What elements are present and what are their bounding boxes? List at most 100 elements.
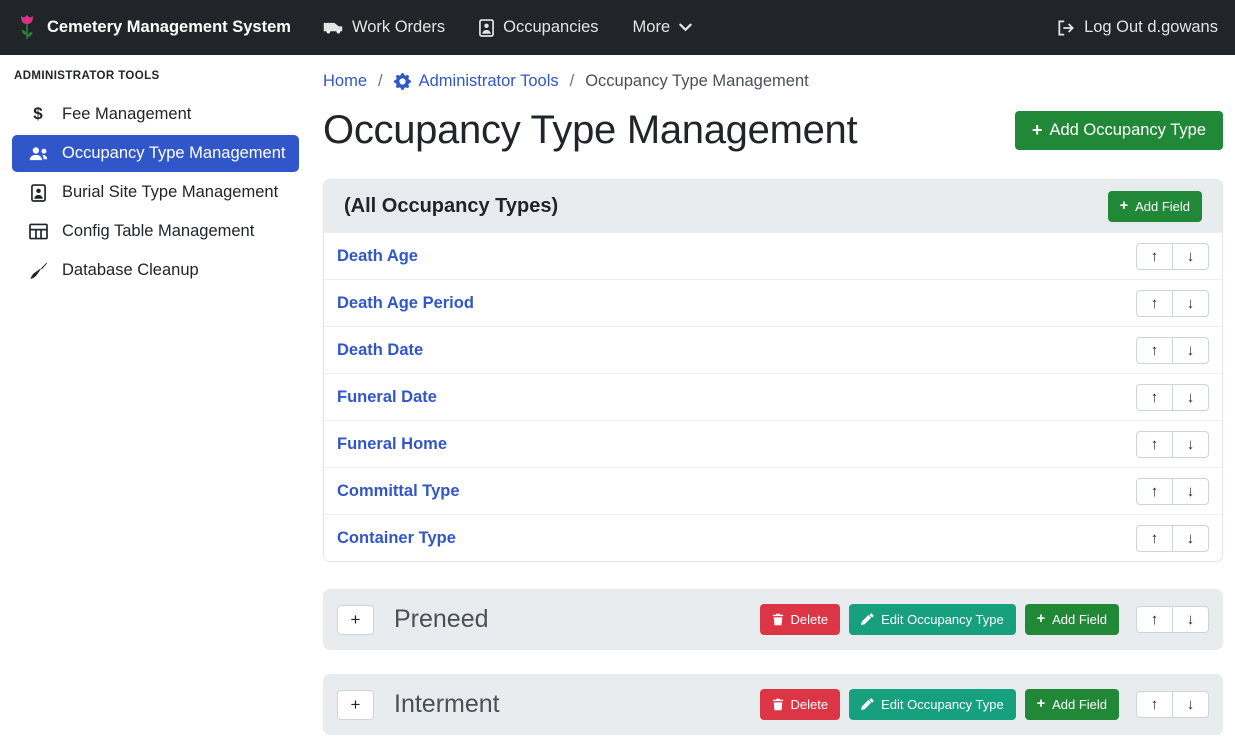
breadcrumb-separator: / xyxy=(570,70,575,92)
tulip-logo-icon xyxy=(17,14,37,41)
expand-button[interactable]: + xyxy=(337,605,374,635)
move-down-button[interactable]: ↓ xyxy=(1172,384,1209,411)
nav-item-more[interactable]: More xyxy=(633,18,693,37)
move-down-button[interactable]: ↓ xyxy=(1172,243,1209,270)
edit-occupancy-type-button[interactable]: Edit Occupancy Type xyxy=(849,604,1016,635)
add-occupancy-type-button[interactable]: + Add Occupancy Type xyxy=(1015,111,1223,150)
section-title: Interment xyxy=(394,690,500,719)
reorder-buttons: ↑ ↓ xyxy=(1136,606,1209,633)
table-icon xyxy=(27,223,49,240)
sidebar-item-fee-management[interactable]: $ Fee Management xyxy=(12,95,299,133)
sidebar-item-label: Occupancy Type Management xyxy=(62,144,286,163)
move-down-button[interactable]: ↓ xyxy=(1172,606,1209,633)
breadcrumb-home-link[interactable]: Home xyxy=(323,70,367,92)
field-link[interactable]: Funeral Home xyxy=(337,435,447,454)
reorder-buttons: ↑ ↓ xyxy=(1136,478,1209,505)
button-label: Add Occupancy Type xyxy=(1049,121,1206,140)
field-link[interactable]: Committal Type xyxy=(337,482,460,501)
sidebar-item-label: Burial Site Type Management xyxy=(62,183,278,202)
add-field-button[interactable]: + Add Field xyxy=(1025,689,1119,720)
move-up-button[interactable]: ↑ xyxy=(1136,525,1173,552)
field-link[interactable]: Death Age xyxy=(337,247,418,266)
sidebar-item-label: Database Cleanup xyxy=(62,261,199,280)
move-up-button[interactable]: ↑ xyxy=(1136,337,1173,364)
field-row: Committal Type ↑ ↓ xyxy=(324,467,1222,514)
pencil-icon xyxy=(861,613,874,626)
move-down-button[interactable]: ↓ xyxy=(1172,691,1209,718)
move-up-button[interactable]: ↑ xyxy=(1136,384,1173,411)
sidebar-heading: ADMINISTRATOR TOOLS xyxy=(14,70,299,82)
brand-title: Cemetery Management System xyxy=(47,18,291,37)
sidebar-item-config-table-management[interactable]: Config Table Management xyxy=(12,213,299,250)
sidebar: ADMINISTRATOR TOOLS $ Fee Management Occ… xyxy=(0,55,310,738)
breadcrumb-admin-tools-link[interactable]: Administrator Tools xyxy=(394,70,559,92)
field-row: Container Type ↑ ↓ xyxy=(324,514,1222,561)
logout-label: Log Out d.gowans xyxy=(1084,18,1218,37)
sidebar-item-database-cleanup[interactable]: Database Cleanup xyxy=(12,252,299,289)
button-label: Add Field xyxy=(1052,697,1107,712)
broom-icon xyxy=(27,262,49,280)
delete-button[interactable]: Delete xyxy=(760,604,841,635)
delete-button[interactable]: Delete xyxy=(760,689,841,720)
trash-icon xyxy=(772,698,784,711)
move-up-button[interactable]: ↑ xyxy=(1136,290,1173,317)
breadcrumb-separator: / xyxy=(378,70,383,92)
button-label: Delete xyxy=(791,612,829,627)
breadcrumb-current: Occupancy Type Management xyxy=(585,70,809,92)
reorder-buttons: ↑ ↓ xyxy=(1136,243,1209,270)
sidebar-item-burial-site-type-management[interactable]: Burial Site Type Management xyxy=(12,174,299,211)
pencil-icon xyxy=(861,698,874,711)
section-preneed: + Preneed Delete Edit Occupancy Type + xyxy=(323,589,1223,650)
reorder-buttons: ↑ ↓ xyxy=(1136,431,1209,458)
portrait-icon xyxy=(27,184,49,202)
field-row: Death Age ↑ ↓ xyxy=(324,232,1222,279)
add-field-button[interactable]: + Add Field xyxy=(1108,191,1202,222)
button-label: Add Field xyxy=(1052,612,1107,627)
reorder-buttons: ↑ ↓ xyxy=(1136,691,1209,718)
edit-occupancy-type-button[interactable]: Edit Occupancy Type xyxy=(849,689,1016,720)
sidebar-item-occupancy-type-management[interactable]: Occupancy Type Management xyxy=(12,135,299,172)
field-link[interactable]: Death Date xyxy=(337,341,423,360)
move-up-button[interactable]: ↑ xyxy=(1136,243,1173,270)
sidebar-item-label: Fee Management xyxy=(62,105,191,124)
move-down-button[interactable]: ↓ xyxy=(1172,290,1209,317)
navbar-links: Work Orders Occupancies More xyxy=(323,18,692,37)
top-navbar: Cemetery Management System Work Orders O… xyxy=(0,0,1235,55)
move-up-button[interactable]: ↑ xyxy=(1136,478,1173,505)
button-label: Edit Occupancy Type xyxy=(881,612,1004,627)
portrait-icon xyxy=(479,19,494,37)
move-up-button[interactable]: ↑ xyxy=(1136,691,1173,718)
users-icon xyxy=(27,146,49,161)
nav-label: Work Orders xyxy=(352,18,445,37)
expand-button[interactable]: + xyxy=(337,690,374,720)
section-actions: Delete Edit Occupancy Type + Add Field ↑… xyxy=(760,604,1209,635)
button-label: Delete xyxy=(791,697,829,712)
page-title: Occupancy Type Management xyxy=(323,108,857,153)
dollar-icon: $ xyxy=(27,104,49,124)
move-down-button[interactable]: ↓ xyxy=(1172,478,1209,505)
brand-link[interactable]: Cemetery Management System xyxy=(17,14,291,41)
logout-link[interactable]: Log Out d.gowans xyxy=(1057,18,1218,37)
main-content: Home / Administrator Tools / Occupancy T… xyxy=(310,55,1235,738)
nav-item-occupancies[interactable]: Occupancies xyxy=(479,18,598,37)
field-link[interactable]: Death Age Period xyxy=(337,294,474,313)
breadcrumb-label: Administrator Tools xyxy=(419,70,559,92)
move-down-button[interactable]: ↓ xyxy=(1172,337,1209,364)
move-down-button[interactable]: ↓ xyxy=(1172,525,1209,552)
move-down-button[interactable]: ↓ xyxy=(1172,431,1209,458)
field-link[interactable]: Funeral Date xyxy=(337,388,437,407)
plus-icon: + xyxy=(1120,200,1128,213)
field-row: Death Age Period ↑ ↓ xyxy=(324,279,1222,326)
nav-item-work-orders[interactable]: Work Orders xyxy=(323,18,445,37)
field-link[interactable]: Container Type xyxy=(337,529,456,548)
title-row: Occupancy Type Management + Add Occupanc… xyxy=(323,108,1223,153)
gear-icon xyxy=(394,73,411,90)
reorder-buttons: ↑ ↓ xyxy=(1136,525,1209,552)
add-field-button[interactable]: + Add Field xyxy=(1025,604,1119,635)
all-occupancy-types-card: (All Occupancy Types) + Add Field Death … xyxy=(323,179,1223,562)
move-up-button[interactable]: ↑ xyxy=(1136,431,1173,458)
nav-label: More xyxy=(633,18,671,37)
move-up-button[interactable]: ↑ xyxy=(1136,606,1173,633)
field-row: Death Date ↑ ↓ xyxy=(324,326,1222,373)
sign-out-icon xyxy=(1057,20,1075,36)
